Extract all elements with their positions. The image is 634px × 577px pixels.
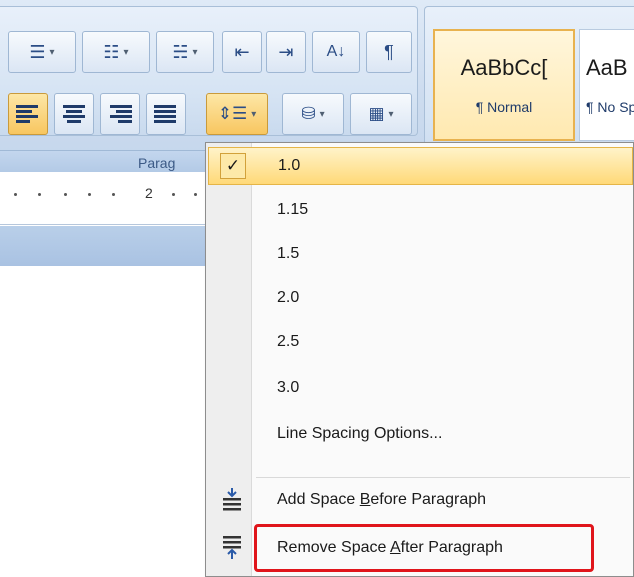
align-left-icon xyxy=(16,105,40,123)
style-name: ¶ Normal xyxy=(475,99,533,115)
menu-item-2-0[interactable]: 2.0 xyxy=(208,279,633,317)
bullets-button[interactable]: ☰ ▾ xyxy=(8,31,76,73)
ruler-tick xyxy=(38,193,41,196)
borders-button[interactable]: ▦ ▾ xyxy=(350,93,412,135)
center-button[interactable] xyxy=(54,93,94,135)
increase-indent-icon: ⇥ xyxy=(278,41,294,62)
ruler-tick xyxy=(64,193,67,196)
border-icon: ▦ xyxy=(368,104,385,123)
menu-item-label: Line Spacing Options... xyxy=(277,425,443,442)
decrease-indent-icon: ⇤ xyxy=(234,41,250,62)
align-right-icon xyxy=(108,105,132,123)
style-name: ¶ No Sp xyxy=(586,99,634,115)
checkmark-icon: ✓ xyxy=(220,153,246,179)
paragraph-group: ☰ ▾ ☷ ▾ ☵ ▾ ⇤ ⇥ A↓ ¶ ⇕☰ ▾ ⛁ ▾ ▦ ▾ xyxy=(0,6,418,136)
ruler-tick xyxy=(112,193,115,196)
chevron-down-icon[interactable]: ▾ xyxy=(50,47,55,58)
multilevel-list-icon: ☵ xyxy=(172,41,189,62)
numbering-icon: ☷ xyxy=(103,41,120,62)
add-space-before-icon xyxy=(223,488,241,511)
pilcrow-icon: ¶ xyxy=(384,41,394,62)
chevron-down-icon[interactable]: ▾ xyxy=(124,47,129,58)
menu-item-1-15[interactable]: 1.15 xyxy=(208,191,633,229)
menu-item-2-5[interactable]: 2.5 xyxy=(208,323,633,361)
menu-item-label: 1.5 xyxy=(277,245,300,262)
menu-separator xyxy=(256,477,630,478)
paint-bucket-icon: ⛁ xyxy=(301,104,316,123)
align-right-button[interactable] xyxy=(100,93,140,135)
decrease-indent-button[interactable]: ⇤ xyxy=(222,31,262,73)
align-center-icon xyxy=(62,105,86,123)
show-formatting-button[interactable]: ¶ xyxy=(366,31,412,73)
style-preview: AaB xyxy=(586,55,628,80)
paragraph-group-label: Parag xyxy=(138,155,176,171)
bullets-icon: ☰ xyxy=(29,41,46,62)
line-spacing-icon: ⇕☰ xyxy=(217,104,248,123)
style-no-spacing[interactable]: AaB ¶ No Sp xyxy=(579,29,634,141)
align-left-button[interactable] xyxy=(8,93,48,135)
menu-item-label: 1.0 xyxy=(278,157,301,174)
menu-item-label: 3.0 xyxy=(277,379,300,396)
menu-item-label: 2.0 xyxy=(277,289,300,306)
menu-item-label: Add Space Before Paragraph xyxy=(277,491,487,508)
highlight-box-remove-space xyxy=(254,524,594,572)
chevron-down-icon[interactable]: ▾ xyxy=(389,109,394,120)
menu-item-label: 2.5 xyxy=(277,333,300,350)
menu-item-line-spacing-options[interactable]: Line Spacing Options... xyxy=(208,415,633,453)
shading-button[interactable]: ⛁ ▾ xyxy=(282,93,344,135)
menu-item-3-0[interactable]: 3.0 xyxy=(208,369,633,407)
numbering-button[interactable]: ☷ ▾ xyxy=(82,31,150,73)
style-normal[interactable]: AaBbCc[ ¶ Normal xyxy=(433,29,575,141)
sort-button[interactable]: A↓ xyxy=(312,31,360,73)
ruler-tick xyxy=(88,193,91,196)
remove-space-after-icon xyxy=(223,536,241,559)
line-spacing-menu: ✓ 1.0 1.15 1.5 2.0 2.5 3.0 Line Spacing … xyxy=(205,142,634,577)
ruler-tick xyxy=(172,193,175,196)
menu-item-1-5[interactable]: 1.5 xyxy=(208,235,633,273)
menu-item-1-0[interactable]: ✓ 1.0 xyxy=(208,147,633,185)
chevron-down-icon[interactable]: ▾ xyxy=(320,109,325,120)
ruler-tick xyxy=(194,193,197,196)
style-preview: AaBbCc[ xyxy=(460,55,548,80)
justify-icon xyxy=(154,105,178,123)
chevron-down-icon[interactable]: ▾ xyxy=(193,47,198,58)
chevron-down-icon[interactable]: ▾ xyxy=(251,109,256,120)
increase-indent-button[interactable]: ⇥ xyxy=(266,31,306,73)
menu-item-add-space-before[interactable]: Add Space Before Paragraph xyxy=(208,481,633,519)
line-spacing-button[interactable]: ⇕☰ ▾ xyxy=(206,93,268,135)
justify-button[interactable] xyxy=(146,93,186,135)
multilevel-list-button[interactable]: ☵ ▾ xyxy=(156,31,214,73)
menu-item-label: 1.15 xyxy=(277,201,309,218)
sort-az-icon: A↓ xyxy=(326,43,346,60)
ruler-number: 2 xyxy=(145,185,153,201)
ruler-tick xyxy=(14,193,17,196)
